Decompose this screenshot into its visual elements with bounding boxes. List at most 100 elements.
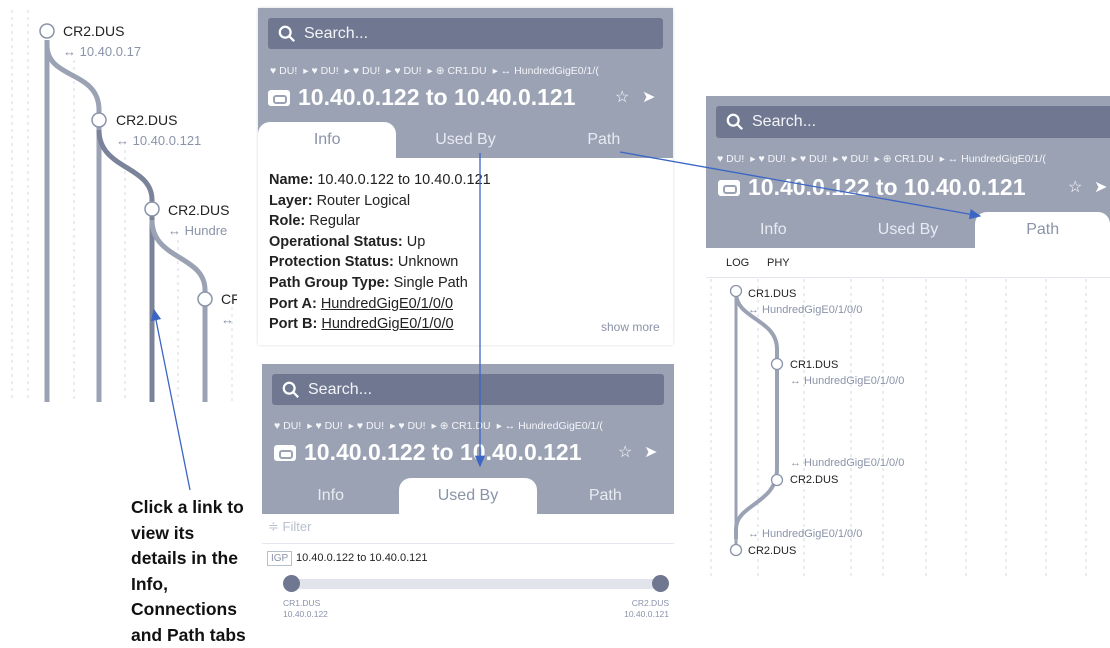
info-panel: Search... ♥ DU!▸ ♥ DU!▸ ♥ DU!▸ ♥ DU!▸ ⊕ … [258,8,673,345]
breadcrumb-item[interactable]: ⊕ CR1.DU [440,420,491,432]
search-placeholder: Search... [304,25,368,43]
panel-header: Search... ♥ DU!▸ ♥ DU!▸ ♥ DU!▸ ♥ DU!▸ ⊕ … [706,96,1110,248]
endpoint-a-name: CR1.DUS [283,598,320,608]
tab-path[interactable]: Path [535,122,673,158]
tree-node-ip: ↔ [221,312,237,327]
tab-info[interactable]: Info [262,478,399,514]
field-label: Role: [269,213,305,229]
breadcrumb-item[interactable]: ⊕ CR1.DU [883,153,934,165]
field-value: 10.40.0.122 to 10.40.0.121 [317,172,490,188]
field-label: Name: [269,172,313,188]
search-input[interactable]: Search... [272,374,664,405]
search-input[interactable]: Search... [716,106,1110,138]
log-toggle[interactable]: LOG [726,257,749,269]
field-label: Layer: [269,193,313,209]
title-text: 10.40.0.122 to 10.40.0.121 [748,174,1026,201]
path-node-label: CR2.DUS [748,545,796,557]
breadcrumb-item[interactable]: ♥ DU! [717,153,744,165]
path-node-label: CR1.DUS [748,288,796,300]
star-icon[interactable]: ☆ [618,442,632,462]
endpoint-b-name: CR2.DUS [632,598,669,608]
tree-node-label: CF [221,291,237,307]
path-node[interactable] [772,359,783,370]
tab-path[interactable]: Path [537,478,674,514]
path-node-label: CR2.DUS [790,474,838,486]
breadcrumb-item[interactable]: ♥ DU! [800,153,827,165]
navigate-icon[interactable]: ➤ [1094,177,1107,197]
instruction-caption: Click a link to view its details in the … [131,495,261,648]
path-node[interactable] [731,545,742,556]
endpoint-a-ip: 10.40.0.122 [283,609,328,619]
caption-line: and Path tabs [131,623,261,648]
filter-placeholder: Filter [283,519,312,534]
tree-node-ip: ↔ 10.40.0.121 [116,133,201,148]
tab-used-by[interactable]: Used By [841,212,976,248]
navigate-icon[interactable]: ➤ [644,442,657,462]
breadcrumb: ♥ DU!▸ ♥ DU!▸ ♥ DU!▸ ♥ DU!▸ ⊕ CR1.DU▸ ↔ … [274,420,670,432]
breadcrumb-item[interactable]: ⊕ CR1.DU [436,65,487,77]
tab-bar: Info Used By Path [258,122,673,158]
star-icon[interactable]: ☆ [615,87,629,107]
star-icon[interactable]: ☆ [1068,177,1082,197]
breadcrumb-item[interactable]: ♥ DU! [353,65,380,77]
breadcrumb-item[interactable]: ♥ DU! [841,153,868,165]
link-icon [268,90,290,106]
endpoint-b-dot[interactable] [652,575,669,592]
tree-node-ip: ↔ 10.40.0.17 [63,44,141,59]
field-label: Port A: [269,296,317,312]
tab-info[interactable]: Info [258,122,396,158]
breadcrumb-item[interactable]: ♥ DU! [398,420,425,432]
title-text: 10.40.0.122 to 10.40.0.121 [298,84,576,111]
path-panel: Search... ♥ DU!▸ ♥ DU!▸ ♥ DU!▸ ♥ DU!▸ ⊕ … [706,96,1110,580]
navigate-icon[interactable]: ➤ [642,87,655,107]
tree-node[interactable] [145,202,159,216]
tree-node[interactable] [92,113,106,127]
tab-used-by[interactable]: Used By [396,122,534,158]
tab-info[interactable]: Info [706,212,841,248]
path-node-port: ↔ HundredGigE0/1/0/0 [748,528,862,540]
phy-toggle[interactable]: PHY [767,257,790,269]
row-label: 10.40.0.122 to 10.40.0.121 [296,552,428,564]
breadcrumb-item[interactable]: ♥ DU! [357,420,384,432]
path-node-port: ↔ HundredGigE0/1/0/0 [748,304,862,316]
breadcrumb-item[interactable]: ↔ HundredGigE0/1/( [948,153,1046,165]
endpoint-b-ip: 10.40.0.121 [624,609,669,619]
field-value: Single Path [394,275,468,291]
tab-path[interactable]: Path [975,212,1110,248]
path-node-port: ↔ HundredGigE0/1/0/0 [790,457,904,469]
filter-input[interactable]: ≑ Filter [262,519,674,544]
show-more-link[interactable]: show more [601,320,660,334]
used-by-row[interactable]: IGP 10.40.0.122 to 10.40.0.121 CR1.DUS 1… [267,551,669,621]
path-node-label: CR1.DUS [790,359,838,371]
path-node[interactable] [772,475,783,486]
tab-used-by[interactable]: Used By [399,478,536,514]
breadcrumb-item[interactable]: ♥ DU! [758,153,785,165]
search-icon [726,113,744,131]
path-node-port: ↔ HundredGigE0/1/0/0 [790,375,904,387]
title-text: 10.40.0.122 to 10.40.0.121 [304,439,582,466]
breadcrumb-item[interactable]: ♥ DU! [270,65,297,77]
used-by-panel: Search... ♥ DU!▸ ♥ DU!▸ ♥ DU!▸ ♥ DU!▸ ⊕ … [262,364,674,639]
breadcrumb-item[interactable]: ↔ HundredGigE0/1/( [505,420,603,432]
tree-node[interactable] [198,292,212,306]
tree-node[interactable] [40,24,54,38]
breadcrumb-item[interactable]: ♥ DU! [315,420,342,432]
tree-branch[interactable] [47,45,99,402]
endpoint-a-dot[interactable] [283,575,300,592]
panel-header: Search... ♥ DU!▸ ♥ DU!▸ ♥ DU!▸ ♥ DU!▸ ⊕ … [258,8,673,158]
breadcrumb: ♥ DU!▸ ♥ DU!▸ ♥ DU!▸ ♥ DU!▸ ⊕ CR1.DU▸ ↔ … [270,65,668,77]
port-a-link[interactable]: HundredGigE0/1/0/0 [321,296,453,312]
port-b-link[interactable]: HundredGigE0/1/0/0 [321,316,453,332]
path-link[interactable] [736,293,777,539]
tree-node-label: CR2.DUS [116,112,177,128]
breadcrumb-item[interactable]: ♥ DU! [274,420,301,432]
path-node[interactable] [731,286,742,297]
breadcrumb-item[interactable]: ♥ DU! [394,65,421,77]
connection-bar [292,579,662,589]
search-input[interactable]: Search... [268,18,663,49]
filter-icon: ≑ [268,519,279,534]
breadcrumb-item[interactable]: ↔ HundredGigE0/1/( [501,65,599,77]
breadcrumb-item[interactable]: ♥ DU! [311,65,338,77]
layer-toggle-bar: LOG PHY [706,248,1110,278]
tree-node-ip: ↔ Hundre [168,223,236,238]
